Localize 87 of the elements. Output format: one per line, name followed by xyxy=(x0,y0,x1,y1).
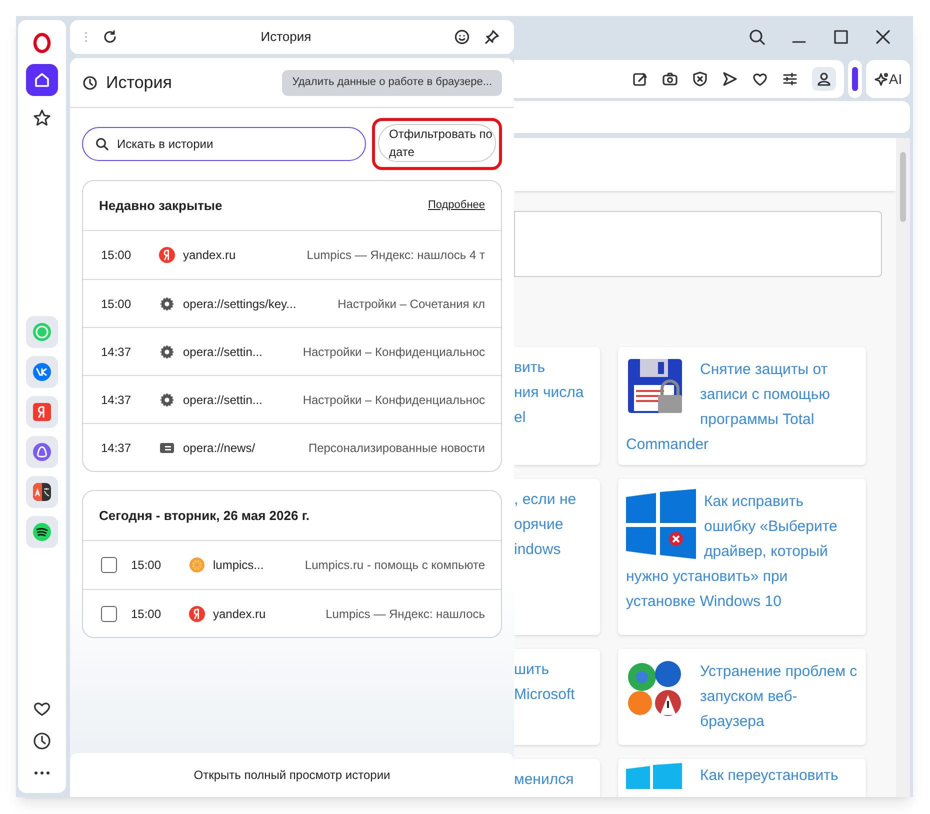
person-icon xyxy=(816,71,832,87)
status-indicator xyxy=(852,67,858,91)
sidebar-app-button[interactable] xyxy=(26,516,58,548)
ai-button[interactable]: AI xyxy=(866,60,910,98)
page-title: Настройки – Конфиденциальнос xyxy=(302,392,485,408)
history-row[interactable]: 15:00 yandex.ru Lumpics — Яндекс: нашлось xyxy=(83,589,501,637)
drag-handle-icon[interactable] xyxy=(84,30,88,44)
camera-icon[interactable] xyxy=(662,71,678,87)
search-icon xyxy=(95,137,109,151)
shield-icon[interactable] xyxy=(692,71,708,87)
scrollbar[interactable] xyxy=(896,138,910,797)
visit-time: 15:00 xyxy=(131,606,162,622)
visit-time: 14:37 xyxy=(101,344,132,360)
maximize-icon[interactable] xyxy=(833,29,849,45)
search-icon[interactable] xyxy=(749,29,765,45)
visit-time: 15:00 xyxy=(101,296,132,312)
scrollbar-thumb[interactable] xyxy=(900,152,906,222)
article-text: вить xyxy=(514,358,546,378)
page-url: yandex.ru xyxy=(213,606,266,622)
panel-heading: История xyxy=(106,72,173,94)
row-checkbox[interactable] xyxy=(101,606,117,622)
page-title: Персонализированные новости xyxy=(308,440,485,456)
gear-icon xyxy=(159,344,175,360)
history-row[interactable]: 14:37 opera://settin... Настройки – Конфиденциальнос xyxy=(83,327,501,375)
page-title: Настройки – Конфиденциальнос xyxy=(302,344,485,360)
history-row[interactable]: 14:37 opera://news/ Персонализированные новости xyxy=(83,423,501,471)
favicon-icon xyxy=(159,247,175,263)
close-icon[interactable] xyxy=(875,29,891,45)
page-url: opera://settin... xyxy=(183,392,262,408)
profile-button[interactable] xyxy=(812,67,836,91)
star-icon xyxy=(32,108,52,128)
row-checkbox[interactable] xyxy=(101,557,117,573)
clock-icon xyxy=(82,74,98,90)
article-text: ния числа xyxy=(514,383,585,403)
history-row[interactable]: 14:37 opera://settin... Настройки – Конфиденциальнос xyxy=(83,375,501,423)
ring-logo-icon[interactable] xyxy=(32,32,52,54)
section-title: Недавно закрытые xyxy=(99,196,222,215)
page-title: Настройки – Сочетания кл xyxy=(338,296,485,312)
panel-title: История xyxy=(260,28,312,46)
visit-time: 15:00 xyxy=(101,247,132,264)
gear-icon xyxy=(159,392,175,408)
edit-icon[interactable] xyxy=(632,71,648,87)
history-row[interactable]: 15:00 lumpics... Lumpics.ru - помощь с компьюте xyxy=(83,541,501,589)
page-title: Lumpics — Яндекс: нашлось xyxy=(326,606,485,622)
article-text: , если не xyxy=(514,490,578,510)
filter-by-date-button[interactable]: Отфильтровать по дате xyxy=(378,124,496,162)
clock-icon[interactable] xyxy=(32,731,52,751)
article-link[interactable]: Устранение проблем с запуском веб-браузера xyxy=(626,659,858,734)
article-text: Microsoft xyxy=(514,685,576,705)
article-link[interactable]: Как переустановить xyxy=(626,763,858,788)
home-icon xyxy=(32,70,52,90)
search-field[interactable]: Искать в истории xyxy=(82,127,366,161)
article-text: indows xyxy=(514,540,562,560)
clear-data-button[interactable]: Удалить данные о работе в браузере... xyxy=(282,70,502,96)
visit-time: 14:37 xyxy=(101,440,132,456)
citrus-slice-icon xyxy=(189,557,205,573)
article-link[interactable]: Снятие защиты от записи с помощью программы Total Commander xyxy=(626,357,858,457)
page-url: opera://settings/key... xyxy=(183,296,296,312)
page-url: yandex.ru xyxy=(183,247,236,264)
visit-time: 14:37 xyxy=(101,392,132,408)
article-link[interactable]: Как исправить ошибку «Выберите драйвер, который нужно установить» при установке Windows 10 xyxy=(626,489,858,614)
page-title: Lumpics — Яндекс: нашлось 4 т xyxy=(306,247,485,264)
page-url: opera://news/ xyxy=(183,440,256,456)
section-title: Сегодня - вторник, 26 мая 2026 г. xyxy=(99,506,310,525)
history-row[interactable]: 15:00 opera://settings/key... Настройки – Сочетания кл xyxy=(83,279,501,327)
page-url: lumpics... xyxy=(213,557,264,574)
article-text: менился xyxy=(514,770,575,790)
reload-icon[interactable] xyxy=(102,29,118,45)
sparkle-icon xyxy=(874,72,888,86)
article-text: шить xyxy=(514,660,550,680)
favicon-icon xyxy=(189,606,205,622)
send-icon[interactable] xyxy=(722,71,738,87)
smiley-icon[interactable] xyxy=(454,29,470,45)
gear-icon xyxy=(159,296,175,312)
sliders-icon[interactable] xyxy=(782,71,798,87)
page-title: Lumpics.ru - помощь с компьюте xyxy=(304,557,485,574)
heart-icon[interactable] xyxy=(752,71,768,87)
sidebar-nav-button[interactable] xyxy=(26,64,58,96)
article-text: el xyxy=(514,408,527,428)
pin-icon[interactable] xyxy=(484,29,500,45)
sidebar-app-button[interactable] xyxy=(26,476,58,508)
windows-error-drawing xyxy=(626,489,696,559)
visit-time: 15:00 xyxy=(131,557,162,574)
page-url: opera://settin... xyxy=(183,344,262,360)
article-text: орячие xyxy=(514,515,564,535)
history-row[interactable]: 15:00 yandex.ru Lumpics — Яндекс: нашлось 4 т xyxy=(83,231,501,279)
details-link[interactable]: Подробнее xyxy=(428,197,485,214)
